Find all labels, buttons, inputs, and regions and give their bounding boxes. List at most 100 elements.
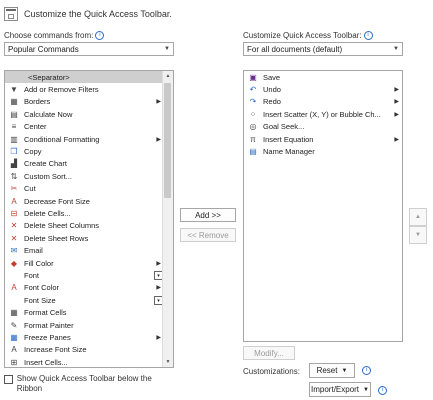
info-icon[interactable]: i <box>95 31 105 41</box>
list-item[interactable]: ✕ Delete Sheet Columns <box>5 220 173 232</box>
info-icon[interactable]: i <box>378 386 387 395</box>
increase-font-icon: A <box>11 345 17 355</box>
list-item[interactable]: ▟ Create Chart <box>5 158 173 170</box>
info-icon[interactable]: i <box>363 31 373 41</box>
center-align-icon: ≡ <box>11 122 17 132</box>
list-item-label: Cut <box>24 184 36 194</box>
reset-button-label: Reset <box>316 366 338 375</box>
list-item[interactable]: ◎ Goal Seek... <box>244 121 402 133</box>
delete-rows-icon: ✕ <box>10 233 18 243</box>
list-item-label: Font Size <box>24 295 56 305</box>
list-item[interactable]: ✎ Format Painter <box>5 319 173 331</box>
scroll-thumb[interactable] <box>164 83 171 198</box>
separator-icon <box>8 72 20 82</box>
font-icon <box>8 270 20 280</box>
list-item[interactable]: ⊞ Insert Cells... <box>5 356 173 367</box>
move-up-icon: ▲ <box>415 214 421 220</box>
toolbar-items-list[interactable]: ▣ Save ↶ Undo ▶ ↷ Redo ▶ ⁘ Insert Scatter (X, Y) … <box>243 70 403 342</box>
list-item[interactable]: π Insert Equation ▶ <box>244 133 402 145</box>
format-painter-icon: ✎ <box>10 320 18 330</box>
submenu-arrow-icon: ▶ <box>394 136 399 143</box>
list-item-label: Delete Cells... <box>24 208 71 218</box>
chevron-down-icon: ▼ <box>393 46 399 52</box>
list-item[interactable]: Font Size ▾ <box>5 294 173 306</box>
move-down-button[interactable]: ▼ <box>409 226 427 244</box>
list-item[interactable]: ▤ Calculate Now <box>5 108 173 120</box>
font-size-icon <box>8 295 20 305</box>
submenu-arrow-icon: ▶ <box>156 285 161 292</box>
list-item[interactable]: ⁘ Insert Scatter (X, Y) or Bubble Ch... ▶ <box>244 108 402 120</box>
list-item[interactable]: ✕ Delete Sheet Rows <box>5 232 173 244</box>
modify-button-label: Modify... <box>254 348 284 358</box>
list-item-label: Freeze Panes <box>24 332 71 342</box>
delete-columns-icon: ✕ <box>10 221 18 231</box>
submenu-arrow-icon: ▶ <box>394 111 399 118</box>
borders-icon: ▦ <box>10 97 18 107</box>
list-item-label: Format Cells <box>24 308 67 318</box>
list-item-label: Delete Sheet Columns <box>24 221 100 231</box>
list-item[interactable]: Font ▾ <box>5 269 173 281</box>
list-item-label: Insert Equation <box>263 134 314 144</box>
list-item[interactable]: ▥ Conditional Formatting ▶ <box>5 133 173 145</box>
info-icon[interactable]: i <box>362 366 371 375</box>
commands-list[interactable]: <Separator> ▼ Add or Remove Filters ▦ Border… <box>4 70 174 368</box>
list-item-label: <Separator> <box>28 72 70 82</box>
commands-scrollbar[interactable]: ▲ ▼ <box>162 71 173 367</box>
choose-commands-label: Choose commands from: i <box>4 31 105 41</box>
list-item[interactable]: A Font Color ▶ <box>5 282 173 294</box>
list-item-label: Goal Seek... <box>263 122 305 132</box>
copy-icon: ❐ <box>10 147 18 157</box>
import-export-button[interactable]: Import/Export ▼ <box>309 382 371 397</box>
chevron-down-icon: ▼ <box>363 386 369 393</box>
list-item[interactable]: ▤ Name Manager <box>244 145 402 157</box>
list-item[interactable]: ✉ Email <box>5 244 173 256</box>
undo-icon: ↶ <box>249 85 257 95</box>
scroll-up-icon[interactable]: ▲ <box>163 71 173 81</box>
page-title: Customize the Quick Access Toolbar. <box>24 9 172 19</box>
show-below-ribbon-checkbox[interactable] <box>4 375 13 384</box>
list-item[interactable]: ❐ Copy <box>5 145 173 157</box>
list-item[interactable]: ⊟ Delete Cells... <box>5 207 173 219</box>
list-item-label: Name Manager <box>263 147 315 157</box>
quick-access-toolbar-icon <box>4 7 18 21</box>
list-item[interactable]: A Decrease Font Size <box>5 195 173 207</box>
list-item[interactable]: ↷ Redo ▶ <box>244 96 402 108</box>
chevron-down-icon: ▼ <box>341 367 348 374</box>
list-item[interactable]: <Separator> <box>5 71 173 84</box>
list-item[interactable]: ≡ Center <box>5 121 173 133</box>
list-item[interactable]: ◆ Fill Color ▶ <box>5 257 173 269</box>
list-item[interactable]: ▣ Save <box>244 71 402 83</box>
list-item[interactable]: ↶ Undo ▶ <box>244 83 402 95</box>
choose-commands-dropdown[interactable]: Popular Commands ▼ <box>4 42 174 56</box>
list-item-label: Save <box>263 72 281 82</box>
reset-button[interactable]: Reset ▼ <box>309 363 355 378</box>
remove-button[interactable]: << Remove <box>180 228 236 242</box>
modify-button[interactable]: Modify... <box>243 346 295 360</box>
show-below-ribbon-option[interactable]: Show Quick Access Toolbar below the Ribb… <box>4 374 174 394</box>
redo-icon: ↷ <box>249 97 257 107</box>
list-item[interactable]: ✂ Cut <box>5 183 173 195</box>
list-item[interactable]: ▼ Add or Remove Filters <box>5 83 173 95</box>
list-item[interactable]: ▦ Borders ▶ <box>5 96 173 108</box>
list-item-label: Add or Remove Filters <box>24 85 99 95</box>
insert-cells-icon: ⊞ <box>10 357 18 367</box>
submenu-arrow-icon: ▶ <box>156 260 161 267</box>
submenu-arrow-icon: ▶ <box>394 99 399 106</box>
chevron-down-icon: ▼ <box>164 46 170 52</box>
move-up-button[interactable]: ▲ <box>409 208 427 226</box>
list-item-label: Borders <box>24 97 51 107</box>
list-item[interactable]: ▦ Format Cells <box>5 306 173 318</box>
list-item[interactable]: ⇅ Custom Sort... <box>5 170 173 182</box>
choose-commands-label-text: Choose commands from: <box>4 31 94 40</box>
submenu-arrow-icon: ▶ <box>156 334 161 341</box>
add-button[interactable]: Add >> <box>180 208 236 222</box>
sort-icon: ⇅ <box>10 171 18 181</box>
decrease-font-icon: A <box>11 196 17 206</box>
scatter-chart-icon: ⁘ <box>249 109 257 119</box>
list-item[interactable]: A Increase Font Size <box>5 344 173 356</box>
list-item[interactable]: ▦ Freeze Panes ▶ <box>5 331 173 343</box>
save-icon: ▣ <box>249 72 257 82</box>
customize-toolbar-dropdown[interactable]: For all documents (default) ▼ <box>243 42 403 56</box>
scroll-down-icon[interactable]: ▼ <box>163 357 173 367</box>
customizations-label: Customizations: <box>243 367 300 376</box>
